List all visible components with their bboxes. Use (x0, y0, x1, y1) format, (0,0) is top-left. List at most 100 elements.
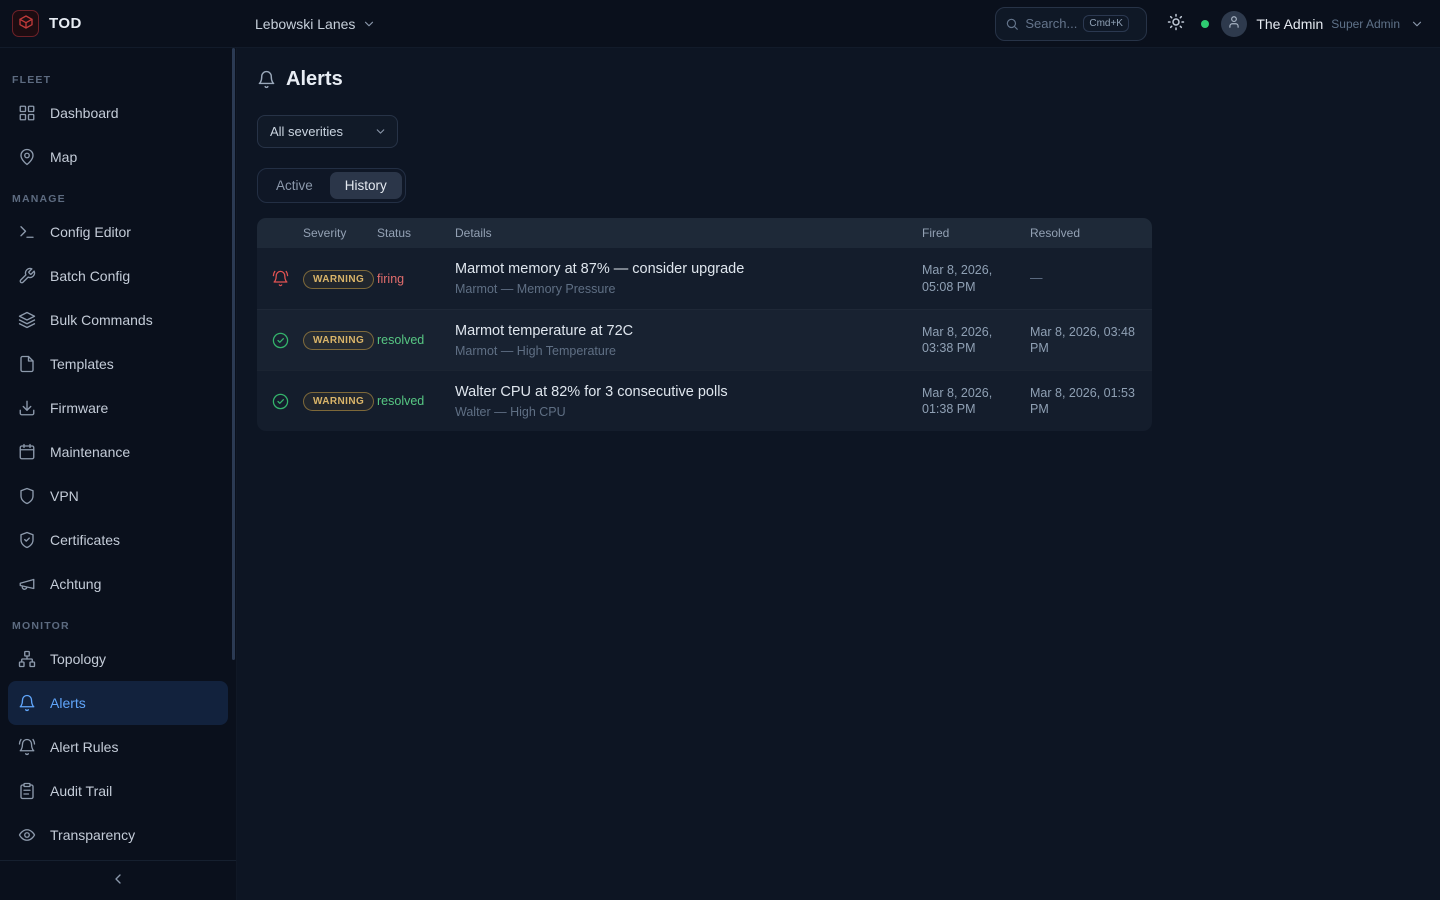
resolved-cell: — (1030, 270, 1152, 286)
severity-cell: WARNING (303, 330, 377, 350)
column-header-resolved: Resolved (1030, 226, 1152, 240)
map-pin-icon (18, 148, 36, 166)
resolved-cell: Mar 8, 2026, 01:53 PM (1030, 385, 1152, 418)
table-row[interactable]: WARNING firing Marmot memory at 87% — co… (257, 248, 1152, 309)
search-icon (1005, 17, 1019, 31)
sidebar-item-label: Config Editor (50, 224, 131, 240)
bell-icon (18, 694, 36, 712)
shell: FLEET Dashboard Map MANAGE Config Editor (0, 48, 1440, 900)
grid-icon (18, 104, 36, 122)
fired-cell: Mar 8, 2026, 05:08 PM (922, 262, 1030, 295)
table-row[interactable]: WARNING resolved Walter CPU at 82% for 3… (257, 370, 1152, 431)
chevron-down-icon (362, 17, 376, 31)
layers-icon (18, 311, 36, 329)
check-circle-icon (272, 332, 289, 349)
page-title: Alerts (286, 68, 343, 91)
sidebar-item-label: Achtung (50, 576, 101, 592)
bell-icon (257, 70, 276, 89)
sidebar-item-topology[interactable]: Topology (0, 637, 236, 681)
status-cell: resolved (377, 394, 455, 408)
sidebar-item-label: Dashboard (50, 105, 119, 121)
sidebar-section-monitor: MONITOR (12, 620, 224, 632)
sidebar-scrollbar[interactable] (232, 48, 235, 660)
sidebar-section-manage: MANAGE (12, 193, 224, 205)
app-root: TOD Lebowski Lanes Cmd+K (0, 0, 1440, 900)
status-cell: resolved (377, 333, 455, 347)
clipboard-icon (18, 782, 36, 800)
sidebar-item-templates[interactable]: Templates (0, 342, 236, 386)
tab-active[interactable]: Active (261, 172, 328, 199)
sidebar-item-batch-config[interactable]: Batch Config (0, 254, 236, 298)
sidebar-nav: FLEET Dashboard Map MANAGE Config Editor (0, 48, 236, 860)
sidebar-item-maintenance[interactable]: Maintenance (0, 430, 236, 474)
bell-ring-icon (18, 738, 36, 756)
search-input[interactable] (1025, 16, 1077, 31)
severity-badge: WARNING (303, 392, 374, 411)
column-header-fired: Fired (922, 226, 1030, 240)
calendar-icon (18, 443, 36, 461)
status-cell: firing (377, 272, 455, 286)
alert-title: Marmot temperature at 72C (455, 323, 906, 339)
shield-icon (18, 487, 36, 505)
sidebar-item-alert-rules[interactable]: Alert Rules (0, 725, 236, 769)
sidebar-item-label: Transparency (50, 827, 135, 843)
severity-badge: WARNING (303, 331, 374, 350)
sun-icon (1167, 13, 1185, 34)
user-icon (1227, 15, 1241, 32)
sidebar-item-label: Maintenance (50, 444, 130, 460)
fired-cell: Mar 8, 2026, 03:38 PM (922, 324, 1030, 357)
alert-subtitle: Marmot — Memory Pressure (455, 282, 906, 296)
global-search[interactable]: Cmd+K (995, 7, 1147, 41)
app-logo[interactable] (12, 10, 39, 37)
sidebar-item-bulk-commands[interactable]: Bulk Commands (0, 298, 236, 342)
details-cell: Marmot memory at 87% — consider upgrade … (455, 261, 922, 296)
sidebar-item-vpn[interactable]: VPN (0, 474, 236, 518)
sidebar-item-dashboard[interactable]: Dashboard (0, 91, 236, 135)
tab-history[interactable]: History (330, 172, 402, 199)
user-menu[interactable]: The Admin Super Admin (1221, 11, 1440, 37)
sidebar-item-label: Bulk Commands (50, 312, 153, 328)
sidebar-item-label: VPN (50, 488, 79, 504)
page-header: Alerts (257, 68, 1440, 91)
org-selector-label: Lebowski Lanes (255, 16, 355, 32)
sidebar-item-certificates[interactable]: Certificates (0, 518, 236, 562)
alert-subtitle: Marmot — High Temperature (455, 344, 906, 358)
user-role-badge: Super Admin (1331, 17, 1400, 31)
sidebar-item-audit-trail[interactable]: Audit Trail (0, 769, 236, 813)
sidebar-item-transparency[interactable]: Transparency (0, 813, 236, 857)
sidebar-item-achtung[interactable]: Achtung (0, 562, 236, 606)
sidebar-item-label: Firmware (50, 400, 108, 416)
sidebar-item-label: Alert Rules (50, 739, 118, 755)
sidebar-item-map[interactable]: Map (0, 135, 236, 179)
sidebar: FLEET Dashboard Map MANAGE Config Editor (0, 48, 237, 900)
network-icon (18, 650, 36, 668)
user-name: The Admin (1256, 16, 1323, 32)
table-row[interactable]: WARNING resolved Marmot temperature at 7… (257, 309, 1152, 370)
alerts-tabs: Active History (257, 168, 406, 203)
column-header-severity: Severity (303, 226, 377, 240)
severity-cell: WARNING (303, 269, 377, 289)
sidebar-collapse-button[interactable] (0, 860, 236, 900)
severity-filter-select[interactable]: All severities (257, 115, 398, 148)
wrench-icon (18, 267, 36, 285)
sidebar-item-config-editor[interactable]: Config Editor (0, 210, 236, 254)
main-content: Alerts All severities Active History Sev… (237, 48, 1440, 900)
sidebar-item-label: Templates (50, 356, 114, 372)
severity-filter-value: All severities (270, 124, 343, 139)
alert-title: Marmot memory at 87% — consider upgrade (455, 261, 906, 277)
org-selector[interactable]: Lebowski Lanes (255, 16, 376, 32)
eye-icon (18, 826, 36, 844)
details-cell: Marmot temperature at 72C Marmot — High … (455, 323, 922, 358)
status-indicator-dot (1201, 20, 1209, 28)
sidebar-item-label: Audit Trail (50, 783, 112, 799)
fired-cell: Mar 8, 2026, 01:38 PM (922, 385, 1030, 418)
sidebar-item-alerts[interactable]: Alerts (8, 681, 228, 725)
theme-toggle-button[interactable] (1161, 9, 1191, 39)
chevron-down-icon (374, 125, 387, 138)
sidebar-item-label: Topology (50, 651, 106, 667)
search-shortcut-badge: Cmd+K (1083, 15, 1129, 32)
sidebar-item-firmware[interactable]: Firmware (0, 386, 236, 430)
details-cell: Walter CPU at 82% for 3 consecutive poll… (455, 384, 922, 419)
severity-badge: WARNING (303, 270, 374, 289)
alert-subtitle: Walter — High CPU (455, 405, 906, 419)
